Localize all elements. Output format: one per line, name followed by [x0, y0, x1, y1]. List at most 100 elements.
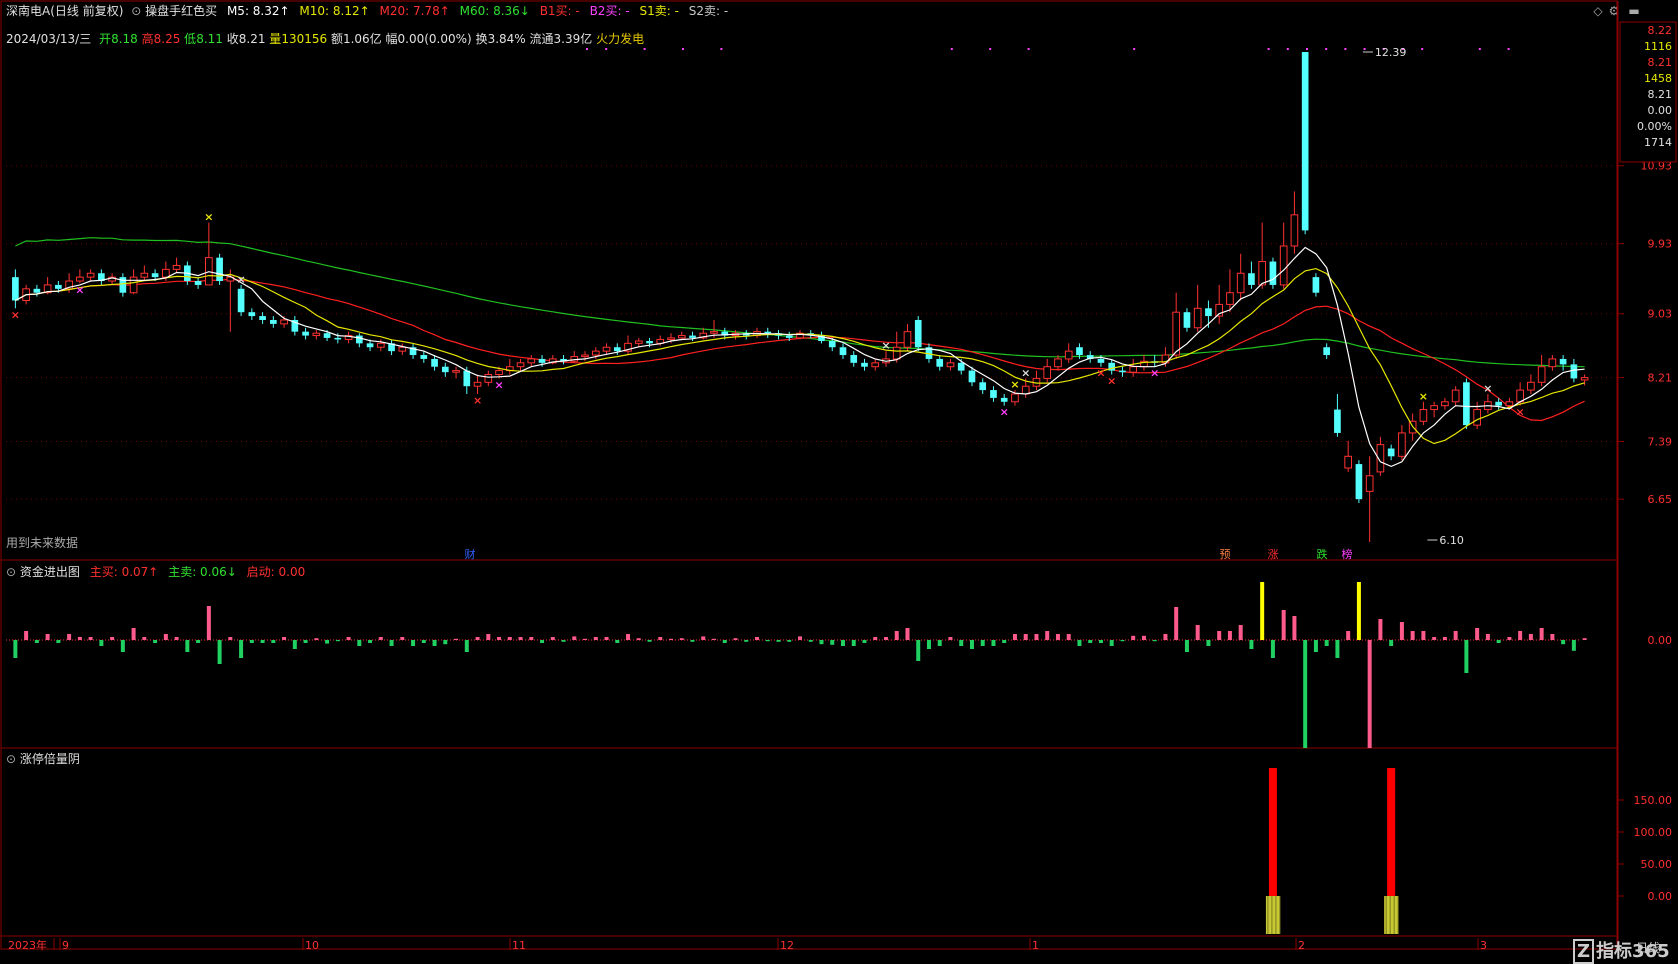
flow-bar	[808, 640, 813, 642]
candle-body	[591, 350, 600, 356]
candle-body	[634, 340, 643, 344]
time-axis-label: 2	[1298, 939, 1305, 952]
flow-bar	[239, 640, 244, 658]
flow-bar	[1313, 640, 1318, 652]
flow-axis-label: 0.00	[1648, 634, 1673, 647]
flow-bar	[411, 640, 416, 646]
flow-bar	[1550, 634, 1555, 640]
ma60-line	[15, 237, 1585, 368]
signal-cross-icon: ×	[1107, 375, 1116, 388]
flow-bar	[432, 640, 437, 646]
flow-bar	[99, 640, 104, 646]
candle-body	[270, 319, 277, 324]
signal-dot	[1027, 48, 1030, 50]
candle-body	[1236, 272, 1245, 294]
flow-bar	[454, 638, 459, 640]
flow-bar	[1571, 640, 1576, 651]
limitup-bar	[1387, 768, 1396, 896]
ma20-line	[15, 278, 1585, 422]
candle-body	[871, 362, 880, 368]
candle-body	[613, 347, 621, 352]
flow-bar	[497, 637, 502, 640]
flow-bar	[217, 640, 222, 664]
flow-bar	[1270, 640, 1275, 658]
flow-bar	[937, 640, 942, 646]
flow-bar	[529, 637, 534, 640]
candle-body	[516, 362, 525, 368]
period-label[interactable]: 日线	[1636, 939, 1660, 956]
flow-bar	[1582, 638, 1587, 640]
signal-dot	[1344, 48, 1347, 50]
candle-body	[237, 288, 245, 313]
p3-axis-label: 50.00	[1641, 858, 1673, 871]
signal-dot	[950, 48, 953, 50]
signal-dot	[720, 48, 723, 50]
candle-body	[86, 272, 95, 278]
candle-body	[646, 341, 653, 344]
candle-body	[538, 358, 546, 363]
flow-bar	[1023, 634, 1028, 640]
flow-bar	[1399, 622, 1404, 640]
flow-bar	[131, 628, 136, 640]
flow-bar	[851, 640, 856, 646]
flow-bar	[67, 634, 72, 640]
flow-bar	[883, 637, 888, 640]
flow-bar	[282, 637, 287, 640]
candle-body	[1505, 401, 1514, 407]
panel2-title[interactable]: 资金进出图	[20, 565, 80, 579]
signal-cross-icon: ×	[1000, 406, 1009, 419]
flow-bar	[357, 640, 362, 646]
panel3-title[interactable]: 涨停倍量阴	[20, 752, 80, 766]
candle-body	[76, 276, 84, 282]
flow-bar	[45, 634, 50, 640]
time-axis-label: 2023年	[8, 938, 47, 952]
flow-bar	[1528, 634, 1533, 640]
candle-body	[581, 354, 589, 358]
flow-bar	[733, 638, 738, 640]
flow-bar	[615, 640, 620, 643]
candle-body	[1419, 409, 1428, 422]
flow-bar	[1281, 610, 1286, 640]
candle-body	[194, 281, 202, 285]
flow-bar	[1464, 640, 1469, 673]
candle-body	[355, 335, 363, 344]
chart-svg: 10.939.939.038.217.396.65×××××××××× ×××××…	[0, 0, 1677, 952]
candle-body	[1398, 432, 1406, 457]
candle-body	[33, 288, 41, 293]
panel2-settings-icon[interactable]: ⊙	[6, 565, 16, 579]
flow-bar	[292, 640, 297, 649]
flow-bar	[303, 640, 308, 643]
flow-bar	[1346, 631, 1351, 640]
flow-bar	[1227, 631, 1232, 640]
candle-body	[892, 346, 901, 360]
flow-bar	[34, 640, 39, 643]
candle-body	[1279, 245, 1288, 286]
flow-bar	[1098, 640, 1103, 643]
candle-body	[1076, 347, 1083, 356]
candle-body	[280, 319, 288, 325]
flow-bar	[1184, 640, 1189, 652]
flow-bar	[163, 634, 168, 640]
candle-body	[376, 342, 385, 348]
chart-stage: 深南电A(日线 前复权) ⊙ 操盘手红色买 M5: 8.32↑ M10: 8.1…	[0, 0, 1678, 964]
signal-dot	[989, 48, 992, 50]
flow-bar	[1131, 635, 1136, 640]
p3-axis-label: 150.00	[1634, 794, 1673, 807]
flow-bar	[77, 637, 82, 640]
peak-label: 12.39	[1375, 46, 1407, 59]
flow-bar	[1442, 637, 1447, 640]
flow-bar	[561, 640, 566, 642]
ma5-line	[15, 246, 1585, 468]
candle-body	[55, 284, 62, 289]
candle-body	[1205, 308, 1212, 317]
flow-bar	[572, 636, 577, 640]
flow-bar	[787, 640, 792, 642]
price-axis-label: 6.65	[1648, 493, 1673, 506]
flow-bar	[1163, 634, 1168, 640]
panel3-settings-icon[interactable]: ⊙	[6, 752, 16, 766]
flow-bar	[1088, 640, 1093, 643]
candle-body	[140, 272, 149, 278]
signal-dot	[643, 48, 646, 50]
candle-body	[677, 335, 686, 339]
event-tag: 财	[465, 547, 476, 561]
